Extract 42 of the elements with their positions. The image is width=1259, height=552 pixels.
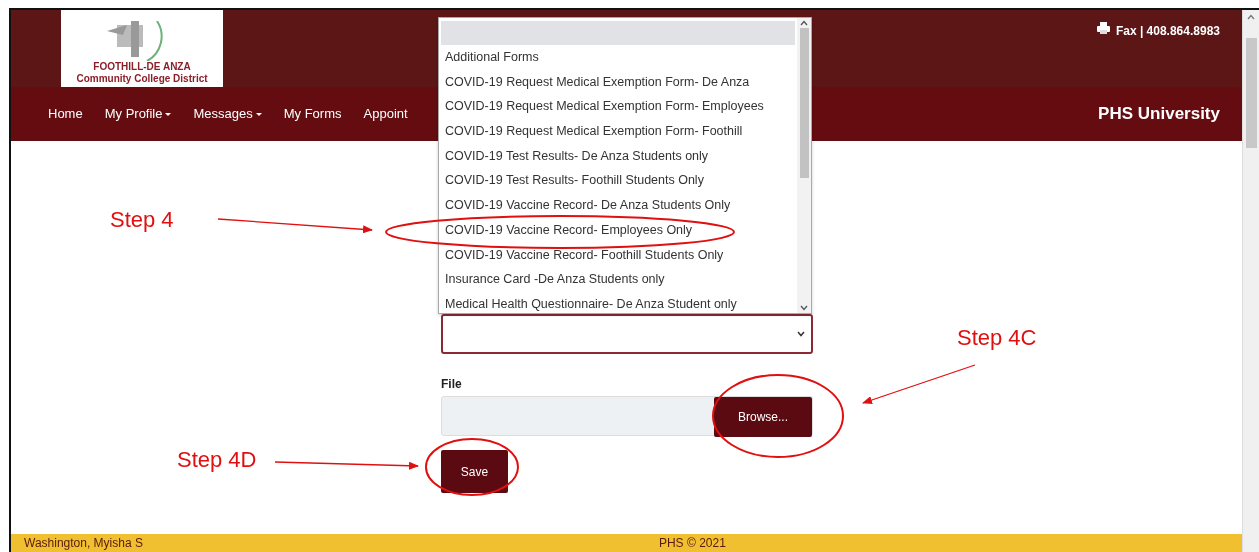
step-label: Step 4 [110,209,174,231]
caret-icon [255,112,262,116]
nav-link[interactable]: My Forms [272,104,353,124]
file-label: File [441,376,463,393]
copyright: PHS © 2021 [658,535,726,552]
browse-button[interactable]: Browse... [714,397,812,437]
nav-link[interactable]: My Profile [93,104,183,124]
dropdown-option[interactable]: COVID-19 Request Medical Exemption Form- Foothill [439,119,797,144]
user-name: Washington, Myisha S [24,535,143,552]
fax-number: Fax | 408.864.8983 [1115,23,1220,40]
dropdown-option[interactable]: Insurance Card -De Anza Students only [439,267,797,292]
nav-link[interactable]: Messages [182,104,273,124]
blank-option[interactable] [441,21,795,45]
scrollbar[interactable] [797,18,811,313]
caret-icon [165,112,172,116]
dropdown-option[interactable]: COVID-19 Request Medical Exemption Form- De Anza [439,69,797,95]
site-brand[interactable]: PHS University [1098,101,1220,127]
form-select[interactable] [441,314,813,354]
nav-link[interactable]: Home [37,104,94,124]
dropdown-option[interactable]: COVID-19 Vaccine Record- Foothill Students Only [439,242,797,268]
chevron-icon [797,331,805,337]
scroll-down-icon [800,305,808,311]
scroll-thumb[interactable] [799,28,809,178]
scroll-up-icon [1247,14,1255,20]
logo-title: FOOTHILL-DE ANZA [93,61,191,73]
step-label: Step 4C [957,327,1037,349]
dropdown-option[interactable]: COVID-19 Test Results- Foothill Students Only [439,168,797,194]
step-label: Step 4D [177,449,257,471]
dropdown-option[interactable]: COVID-19 Vaccine Record- Employees Only [439,217,797,243]
printer-icon [1096,22,1110,34]
nav-link[interactable]: Appoint [352,104,419,124]
save-button[interactable]: Save [441,450,508,493]
logo-subtitle: Community College District [76,73,208,85]
dropdown-option[interactable]: Medical Health Questionnaire- De Anza Student only [439,291,797,313]
dropdown-option[interactable]: COVID-19 Request Medical Exemption Form- Employees [439,94,797,120]
dropdown-option[interactable]: COVID-19 Vaccine Record- De Anza Students Only [439,193,797,218]
scroll-up-icon [800,20,808,26]
dropdown-option[interactable]: Additional Forms [439,45,797,70]
page-scrollbar[interactable] [1242,10,1259,552]
scroll-thumb[interactable] [1245,38,1257,148]
file-input[interactable]: Browse... [441,396,813,436]
dropdown-option[interactable]: COVID-19 Test Results- De Anza Students only [439,143,797,169]
